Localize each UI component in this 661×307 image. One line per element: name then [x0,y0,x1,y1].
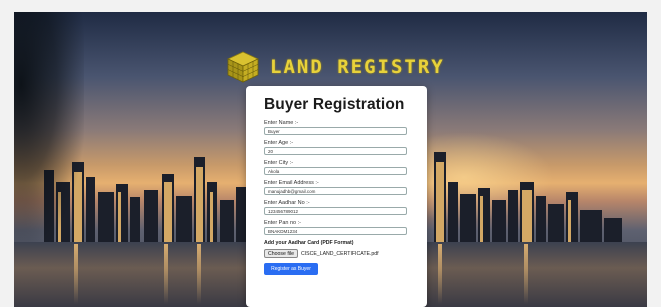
light-reflection [164,244,168,304]
name-input[interactable]: Buyer [264,127,407,135]
light-reflection [524,244,528,304]
tree-silhouette [14,12,84,252]
brand-title: LAND REGISTRY [270,56,445,78]
light-reflection [74,244,78,304]
pan-label: Enter Pan no :- [264,220,301,226]
file-upload-row: Choose file CISCE_LAND_CERTIFICATE.pdf [264,249,427,258]
email-label: Enter Email Address :- [264,180,319,186]
land-registry-cube-icon [227,51,259,83]
choose-file-button[interactable]: Choose file [264,249,298,258]
email-input[interactable]: manujadhb@gmail.com [264,187,407,195]
aadhar-label: Enter Aadhar No :- [264,200,310,206]
city-input[interactable]: Akola [264,167,407,175]
light-reflection [438,244,442,304]
selected-file-name: CISCE_LAND_CERTIFICATE.pdf [300,250,379,257]
city-label: Enter City :- [264,160,294,166]
light-reflection [197,244,201,304]
aadhar-input[interactable]: 123456789012 [264,207,407,215]
name-label: Enter Name :- [264,120,299,126]
age-input[interactable]: 20 [264,147,407,155]
form-heading: Buyer Registration [264,96,405,113]
age-label: Enter Age :- [264,140,294,146]
pan-input[interactable]: BNAKDM1234 [264,227,407,235]
buyer-registration-form: Buyer Registration Enter Name :- Buyer E… [246,86,427,307]
aadhar-upload-label: Add your Aadhar Card (PDF Format) [264,240,354,246]
brand-logo: LAND REGISTRY [226,47,445,87]
register-button[interactable]: Register as Buyer [264,263,318,275]
